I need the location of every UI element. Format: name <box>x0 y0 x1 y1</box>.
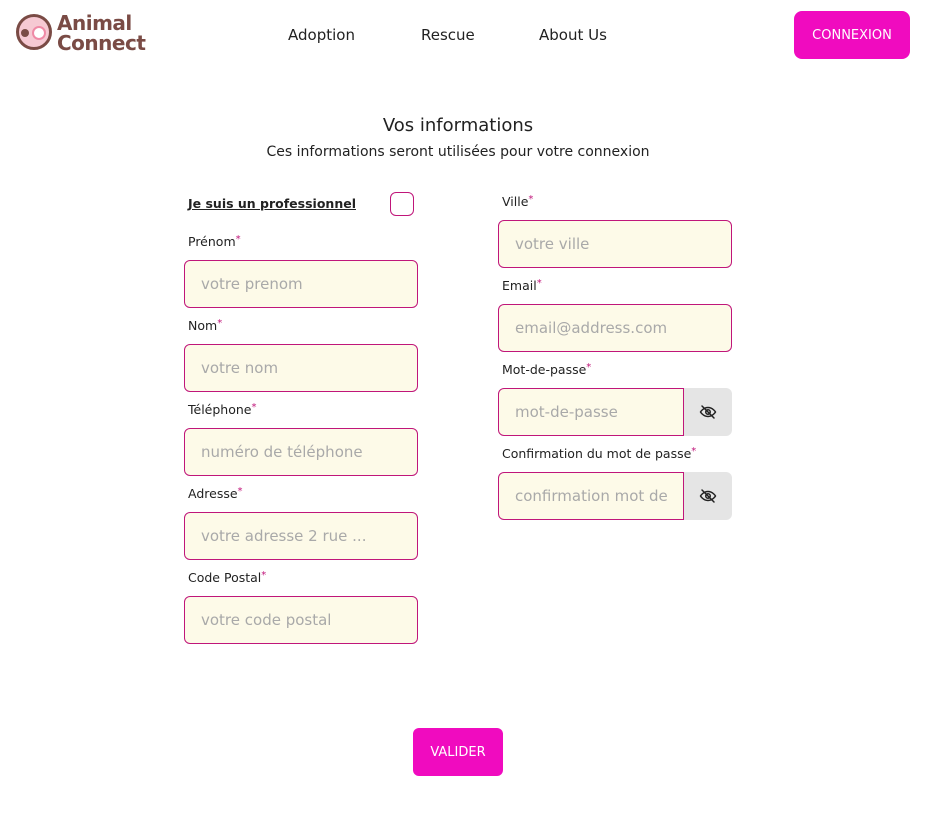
email-label-text: Email <box>502 278 537 293</box>
main-nav: Adoption Rescue About Us <box>0 26 932 46</box>
code-postal-label: Code Postal* <box>188 570 266 585</box>
toggle-password-confirm-visibility-button[interactable] <box>684 472 732 520</box>
page-subtitle: Ces informations seront utilisées pour v… <box>266 144 650 160</box>
required-mark: * <box>261 570 267 581</box>
required-mark: * <box>235 234 241 245</box>
password-confirm-label: Confirmation du mot de passe* <box>502 446 696 461</box>
nav-about-us[interactable]: About Us <box>539 26 607 44</box>
required-mark: * <box>217 318 223 329</box>
adresse-label: Adresse* <box>188 486 243 501</box>
password-confirm-label-text: Confirmation du mot de passe <box>502 446 692 461</box>
telephone-input[interactable] <box>184 428 418 476</box>
telephone-label-text: Téléphone <box>188 402 252 417</box>
password-input[interactable] <box>498 388 684 436</box>
email-label: Email* <box>502 278 542 293</box>
login-button[interactable]: CONNEXION <box>794 11 910 59</box>
adresse-label-text: Adresse <box>188 486 238 501</box>
required-mark: * <box>586 362 592 373</box>
prenom-input[interactable] <box>184 260 418 308</box>
code-postal-input[interactable] <box>184 596 418 644</box>
page-title: Vos informations <box>382 115 534 136</box>
password-confirm-input[interactable] <box>498 472 684 520</box>
nav-rescue[interactable]: Rescue <box>421 26 475 44</box>
required-mark: * <box>251 402 257 413</box>
nom-label-text: Nom <box>188 318 218 333</box>
prenom-label: Prénom* <box>188 234 241 249</box>
required-mark: * <box>528 194 534 205</box>
required-mark: * <box>237 486 243 497</box>
ville-label: Ville* <box>502 194 533 209</box>
nom-label: Nom* <box>188 318 222 333</box>
nom-input[interactable] <box>184 344 418 392</box>
toggle-password-visibility-button[interactable] <box>684 388 732 436</box>
eye-slash-icon <box>699 405 717 419</box>
professional-checkbox[interactable] <box>390 192 414 216</box>
password-label-text: Mot-de-passe <box>502 362 587 377</box>
eye-slash-icon <box>699 489 717 503</box>
required-mark: * <box>536 278 542 289</box>
submit-button[interactable]: VALIDER <box>413 728 503 776</box>
prenom-label-text: Prénom <box>188 234 236 249</box>
password-label: Mot-de-passe* <box>502 362 591 377</box>
professional-label[interactable]: Je suis un professionnel <box>188 196 356 211</box>
ville-label-text: Ville <box>502 194 529 209</box>
ville-input[interactable] <box>498 220 732 268</box>
adresse-input[interactable] <box>184 512 418 560</box>
required-mark: * <box>691 446 697 457</box>
code-postal-label-text: Code Postal <box>188 570 262 585</box>
nav-adoption[interactable]: Adoption <box>288 26 355 44</box>
email-input[interactable] <box>498 304 732 352</box>
telephone-label: Téléphone* <box>188 402 256 417</box>
